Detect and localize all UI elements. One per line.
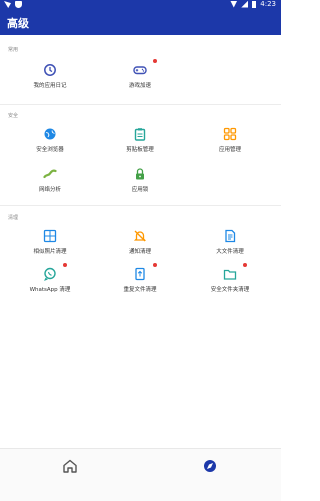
section-divider — [0, 205, 281, 206]
item-label: WhatsApp 清理 — [29, 287, 71, 293]
app-bar: 高级 — [0, 10, 281, 35]
status-time: 4:23 — [260, 0, 276, 8]
grid-item-app-manager[interactable]: 应用管理 — [185, 126, 275, 153]
section-label-clean: 清理 — [8, 215, 19, 221]
nav-home-button[interactable] — [58, 454, 82, 478]
new-badge — [153, 263, 157, 267]
item-label: 通知清理 — [128, 249, 151, 255]
grid-item-large-files[interactable]: 大文件清理 — [185, 228, 275, 255]
duplicate-file-icon — [133, 263, 157, 281]
item-label: 安全浏览器 — [36, 147, 64, 153]
item-label: 剪贴板管理 — [126, 147, 154, 153]
section-divider — [0, 104, 281, 105]
signal-icon — [241, 0, 249, 8]
network-icon — [43, 166, 57, 180]
item-label: 重复文件清理 — [123, 287, 157, 293]
status-bar: 4:23 — [0, 0, 281, 10]
clock-icon — [43, 62, 57, 76]
grid-item-notification-clean[interactable]: 通知清理 — [95, 228, 185, 255]
clipboard-icon — [133, 126, 147, 141]
page-title: 高级 — [7, 17, 29, 30]
new-badge — [63, 263, 67, 267]
grid-item-network-analysis[interactable]: 网络分析 — [5, 166, 95, 193]
grid-item-clipboard[interactable]: 剪贴板管理 — [95, 126, 185, 153]
new-badge — [153, 59, 157, 63]
home-icon — [63, 459, 77, 473]
gamepad-icon — [133, 59, 157, 76]
item-label: 大文件清理 — [216, 249, 244, 255]
grid-item-app-diary[interactable]: 我的应用日记 — [5, 62, 95, 89]
section-label-common: 常用 — [8, 47, 19, 53]
globe-icon — [43, 126, 57, 140]
item-label: 相似照片清理 — [33, 249, 67, 255]
item-label: 应用管理 — [218, 147, 241, 153]
photo-icon — [43, 228, 57, 243]
grid-item-duplicate-files[interactable]: 重复文件清理 — [95, 263, 185, 293]
nav-advanced-button[interactable] — [198, 454, 222, 478]
grid-item-app-lock[interactable]: 应用锁 — [95, 166, 185, 193]
grid-item-whatsapp-clean[interactable]: WhatsApp 清理 — [5, 263, 95, 293]
battery-icon — [252, 0, 257, 8]
item-label: 应用锁 — [131, 187, 149, 193]
new-badge — [243, 263, 247, 267]
shield-status-icon — [15, 1, 22, 8]
section-label-security: 安全 — [8, 113, 19, 119]
item-label: 游戏加速 — [128, 83, 151, 89]
item-label: 安全文件夹清理 — [210, 287, 250, 293]
document-icon — [223, 228, 237, 243]
grid-item-safe-browser[interactable]: 安全浏览器 — [5, 126, 95, 153]
lock-icon — [133, 166, 147, 180]
notification-icon — [4, 1, 11, 8]
bottom-nav — [0, 448, 281, 501]
apps-grid-icon — [223, 126, 237, 141]
grid-item-secure-folder-clean[interactable]: 安全文件夹清理 — [185, 263, 275, 293]
advanced-compass-icon — [204, 460, 216, 472]
item-label: 网络分析 — [38, 187, 61, 193]
wifi-icon — [230, 0, 238, 8]
whatsapp-icon — [43, 263, 67, 281]
grid-item-similar-photos[interactable]: 相似照片清理 — [5, 228, 95, 255]
folder-icon — [223, 263, 247, 280]
item-label: 我的应用日记 — [33, 83, 67, 89]
grid-item-game-boost[interactable]: 游戏加速 — [95, 59, 185, 89]
bell-off-icon — [133, 228, 147, 242]
